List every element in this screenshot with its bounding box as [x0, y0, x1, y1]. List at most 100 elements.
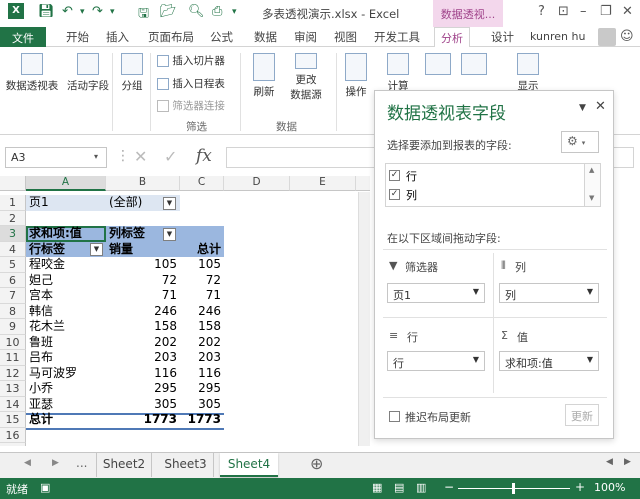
- row-header[interactable]: 3: [0, 226, 26, 242]
- filters-field-chip[interactable]: 页1 ▼: [387, 283, 485, 303]
- column-header[interactable]: [356, 176, 370, 191]
- zoom-out-icon[interactable]: −: [444, 480, 454, 494]
- tab-file[interactable]: 文件: [0, 27, 46, 47]
- print-icon[interactable]: ⎙: [212, 4, 222, 22]
- save-as-icon[interactable]: 🖫︎: [138, 4, 149, 22]
- print-preview-icon[interactable]: 🔍︎: [188, 4, 205, 22]
- cancel-icon[interactable]: ✕: [134, 147, 147, 166]
- hscroll-left-icon[interactable]: ◀: [606, 457, 613, 467]
- row-header[interactable]: 12: [0, 365, 26, 381]
- value-cell[interactable]: 295: [106, 381, 180, 397]
- smiley-icon[interactable]: ☺: [620, 29, 634, 44]
- row-label-cell[interactable]: 吕布: [26, 350, 106, 366]
- customize-toolbar-icon[interactable]: ▾: [232, 7, 237, 25]
- insert-timeline-button[interactable]: 插入日程表: [157, 76, 225, 91]
- row-header[interactable]: 13: [0, 381, 26, 397]
- save-icon[interactable]: 💾︎: [38, 4, 55, 22]
- defer-update-checkbox[interactable]: [389, 411, 400, 422]
- calculations-button[interactable]: 计算: [382, 53, 414, 93]
- scroll-up-icon[interactable]: ▲: [589, 166, 594, 174]
- field-settings-button[interactable]: ⚙ ▾: [561, 131, 599, 153]
- row-label-cell[interactable]: 程咬金: [26, 257, 106, 273]
- value-cell[interactable]: 72: [106, 273, 180, 289]
- field-checkbox[interactable]: ✓: [389, 189, 400, 200]
- tab-formulas[interactable]: 公式: [210, 29, 233, 45]
- insert-slicer-button[interactable]: 插入切片器: [157, 53, 225, 68]
- row-header[interactable]: 15: [0, 412, 26, 428]
- sheet-nav-prev-icon[interactable]: ◀: [24, 458, 31, 468]
- row-header[interactable]: 8: [0, 303, 26, 319]
- page-layout-view-icon[interactable]: ▤: [394, 481, 404, 494]
- change-source-button[interactable]: 更改 数据源: [284, 53, 328, 102]
- restore-icon[interactable]: ❐: [600, 4, 612, 19]
- pane-options-dropdown-icon[interactable]: ▼: [579, 103, 586, 113]
- value-cell[interactable]: 203: [106, 350, 180, 366]
- grand-total-value[interactable]: 1773: [106, 412, 180, 428]
- row-header[interactable]: 4: [0, 241, 26, 257]
- total-cell[interactable]: 203: [180, 350, 224, 366]
- tab-insert[interactable]: 插入: [106, 29, 129, 45]
- row-label-cell[interactable]: 宫本: [26, 288, 106, 304]
- row-label-cell[interactable]: 妲己: [26, 273, 106, 289]
- show-button[interactable]: 显示: [512, 53, 544, 93]
- value-cell[interactable]: 158: [106, 319, 180, 335]
- active-field-button[interactable]: 活动字段: [64, 53, 112, 93]
- field-checkbox[interactable]: ✓: [389, 170, 400, 181]
- value-cell[interactable]: 105: [106, 257, 180, 273]
- select-all-corner[interactable]: [0, 176, 26, 191]
- row-label-cell[interactable]: 小乔: [26, 381, 106, 397]
- rows-field-chip[interactable]: 行 ▼: [387, 351, 485, 371]
- refresh-button[interactable]: 刷新: [248, 53, 280, 99]
- row-header[interactable]: 2: [0, 210, 26, 226]
- help-icon[interactable]: ?: [538, 4, 545, 19]
- avatar[interactable]: [598, 28, 616, 46]
- add-sheet-icon[interactable]: ⊕: [310, 454, 323, 473]
- column-header[interactable]: E: [290, 176, 356, 191]
- user-name[interactable]: kunren hu: [530, 30, 585, 43]
- total-cell[interactable]: 158: [180, 319, 224, 335]
- tab-analyze[interactable]: 分析: [434, 27, 470, 48]
- total-cell[interactable]: 71: [180, 288, 224, 304]
- row-labels-dropdown-icon[interactable]: ▼: [90, 243, 103, 256]
- column-header[interactable]: C: [180, 176, 224, 191]
- values-field-chip[interactable]: 求和项:值 ▼: [499, 351, 599, 371]
- ribbon-display-icon[interactable]: ⊡: [558, 4, 569, 19]
- pivot-table-button[interactable]: 数据透视表: [4, 53, 60, 93]
- row-header[interactable]: 5: [0, 257, 26, 273]
- value-cell[interactable]: 202: [106, 335, 180, 351]
- normal-view-icon[interactable]: ▦: [372, 481, 382, 494]
- field-list[interactable]: ✓ 行 ✓ 列 ▲ ▼: [385, 163, 601, 207]
- group-button[interactable]: 分组: [118, 53, 146, 93]
- value-cell[interactable]: 305: [106, 397, 180, 413]
- value-cell[interactable]: 71: [106, 288, 180, 304]
- field-list-scrollbar[interactable]: ▲ ▼: [584, 164, 600, 206]
- macro-record-icon[interactable]: ▣: [40, 481, 50, 494]
- total-cell[interactable]: 295: [180, 381, 224, 397]
- pane-close-icon[interactable]: ✕: [595, 99, 606, 114]
- total-cell[interactable]: 202: [180, 335, 224, 351]
- page-filter-dropdown-icon[interactable]: ▼: [163, 196, 176, 210]
- sheet-more-icon[interactable]: ...: [76, 456, 87, 470]
- undo-icon[interactable]: ↶: [62, 4, 73, 22]
- close-icon[interactable]: ✕: [622, 4, 633, 19]
- sheet-tab[interactable]: Sheet3: [158, 453, 214, 477]
- actions-button[interactable]: 操作: [340, 53, 372, 99]
- sheet-tab[interactable]: Sheet2: [96, 453, 152, 477]
- tab-data[interactable]: 数据: [254, 29, 277, 45]
- redo-icon[interactable]: ↷: [92, 4, 103, 22]
- total-cell[interactable]: 105: [180, 257, 224, 273]
- tab-home[interactable]: 开始: [66, 29, 89, 45]
- row-header[interactable]: 9: [0, 319, 26, 335]
- grand-total-label[interactable]: 总计: [26, 412, 106, 428]
- tab-developer[interactable]: 开发工具: [374, 29, 420, 45]
- update-button[interactable]: 更新: [565, 404, 599, 426]
- vertical-scrollbar[interactable]: [358, 192, 370, 446]
- minimize-icon[interactable]: –: [580, 4, 587, 19]
- scroll-down-icon[interactable]: ▼: [589, 194, 594, 202]
- zoom-in-icon[interactable]: +: [575, 480, 585, 494]
- row-label-cell[interactable]: 鲁班: [26, 335, 106, 351]
- value-cell[interactable]: 246: [106, 304, 180, 320]
- enter-icon[interactable]: ✓: [164, 147, 177, 166]
- row-label-cell[interactable]: 花木兰: [26, 319, 106, 335]
- value-cell[interactable]: 116: [106, 366, 180, 382]
